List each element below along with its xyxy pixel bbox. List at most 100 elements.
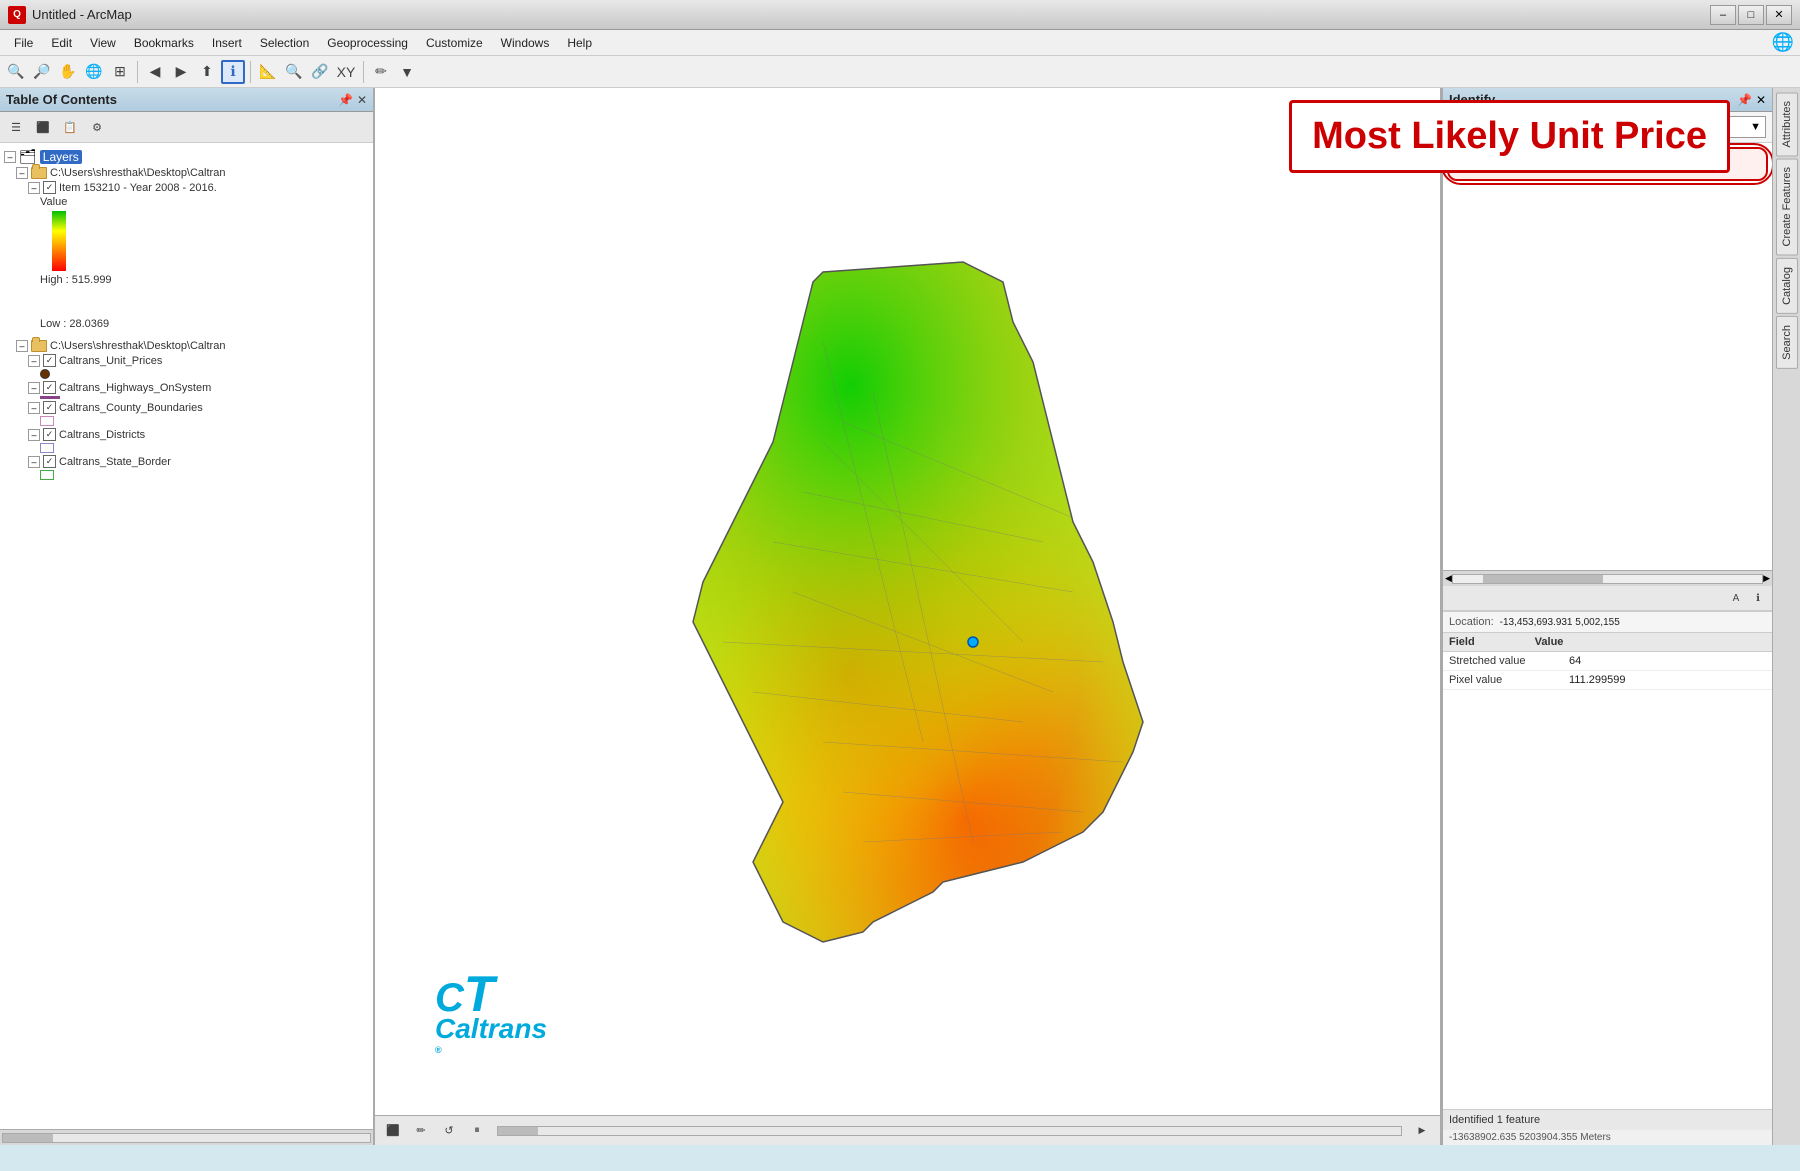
measure-icon[interactable]: 📐 xyxy=(256,60,280,84)
map-refresh-icon[interactable]: ↺ xyxy=(437,1119,461,1143)
map-scroll-right-arrow[interactable]: ▶ xyxy=(1410,1119,1434,1143)
identify-hscroll[interactable]: ◀ ▶ xyxy=(1443,570,1772,586)
maximize-button[interactable]: □ xyxy=(1738,5,1764,25)
toc-hscroll-track xyxy=(2,1133,371,1143)
county-expand-btn[interactable]: – xyxy=(28,402,40,414)
toolbar-separator-3 xyxy=(363,61,364,83)
legend-low-label: Low : 28.0369 xyxy=(40,318,109,330)
sidebar-tab-catalog[interactable]: Catalog xyxy=(1776,258,1798,314)
highways-row[interactable]: – Caltrans_Highways_OnSystem xyxy=(0,380,373,395)
hscroll-right-arrow[interactable]: ▶ xyxy=(1763,573,1770,584)
menu-selection[interactable]: Selection xyxy=(252,34,317,52)
county-row[interactable]: – Caltrans_County_Boundaries xyxy=(0,400,373,415)
county-checkbox[interactable] xyxy=(43,401,56,414)
map-area[interactable]: ▲ ▼ xyxy=(375,88,1442,1145)
map-pause-icon[interactable]: ⏸ xyxy=(465,1119,489,1143)
forward-icon[interactable]: ▶ xyxy=(169,60,193,84)
identify-info-icon[interactable]: ℹ xyxy=(1748,588,1768,608)
zoom-in-icon[interactable]: 🔍 xyxy=(4,60,28,84)
hscroll-left-arrow[interactable]: ◀ xyxy=(1445,573,1452,584)
districts-row[interactable]: – Caltrans_Districts xyxy=(0,427,373,442)
toc-folder-1[interactable]: – C:\Users\shresthak\Desktop\Caltran xyxy=(0,166,373,180)
toc-list-icon[interactable]: ☰ xyxy=(4,115,28,139)
map-layers-icon[interactable]: ⬛ xyxy=(381,1119,405,1143)
toc-settings-icon[interactable]: ⚙ xyxy=(85,115,109,139)
xy-coords-icon[interactable]: XY xyxy=(334,60,358,84)
map-edit-icon[interactable]: ✏ xyxy=(409,1119,433,1143)
toc-close-icon[interactable]: ✕ xyxy=(357,93,367,107)
toc-layers-root[interactable]: – 🗂 Layers xyxy=(0,147,373,166)
identify-empty-area xyxy=(1443,690,1772,1109)
legend-gradient-container xyxy=(0,209,373,273)
hyperlink-icon[interactable]: 🔗 xyxy=(308,60,332,84)
raster-layer-row[interactable]: – Item 153210 - Year 2008 - 2016. xyxy=(0,180,373,195)
highways-checkbox[interactable] xyxy=(43,381,56,394)
full-extent-icon[interactable]: ⊞ xyxy=(108,60,132,84)
raster-expand-btn[interactable]: – xyxy=(28,182,40,194)
highways-expand-btn[interactable]: – xyxy=(28,382,40,394)
districts-expand-btn[interactable]: – xyxy=(28,429,40,441)
dropdown-icon[interactable]: ▼ xyxy=(395,60,419,84)
back-icon[interactable]: ◀ xyxy=(143,60,167,84)
window-title: Untitled - ArcMap xyxy=(32,7,132,22)
unit-prices-expand-btn[interactable]: – xyxy=(28,355,40,367)
title-bar: Q Untitled - ArcMap – □ ✕ xyxy=(0,0,1800,30)
sidebar-tab-attributes[interactable]: Attributes xyxy=(1776,92,1798,156)
identify-tree: ⊟ Item 153210 - Year 2008 - 2016. Quant … xyxy=(1443,143,1772,570)
unit-prices-row[interactable]: – Caltrans_Unit_Prices xyxy=(0,353,373,368)
menu-help[interactable]: Help xyxy=(559,34,600,52)
folder2-expand-btn[interactable]: – xyxy=(16,340,28,352)
unit-prices-checkbox[interactable] xyxy=(43,354,56,367)
state-border-checkbox[interactable] xyxy=(43,455,56,468)
identify-close-icon[interactable]: ✕ xyxy=(1756,93,1766,107)
help-icon[interactable]: 🌐 xyxy=(1772,32,1794,53)
state-border-expand-btn[interactable]: – xyxy=(28,456,40,468)
county-legend xyxy=(0,415,373,427)
minimize-button[interactable]: – xyxy=(1710,5,1736,25)
select-icon[interactable]: ⬆ xyxy=(195,60,219,84)
globe-icon[interactable]: 🌐 xyxy=(82,60,106,84)
map-hscroll-track[interactable] xyxy=(497,1126,1402,1136)
identify-status: Identified 1 feature xyxy=(1443,1109,1772,1130)
toc-panel: Table Of Contents 📌 ✕ ☰ ⬛ 📋 ⚙ – 🗂 Layers xyxy=(0,88,375,1145)
menu-edit[interactable]: Edit xyxy=(43,34,80,52)
toc-content: – 🗂 Layers – C:\Users\shresthak\Desktop\… xyxy=(0,143,373,1129)
layers-expand-btn[interactable]: – xyxy=(4,151,16,163)
menu-insert[interactable]: Insert xyxy=(204,34,250,52)
sidebar-tab-search[interactable]: Search xyxy=(1776,316,1798,369)
raster-checkbox[interactable] xyxy=(43,181,56,194)
layers-folder-icon: 🗂 xyxy=(19,148,37,165)
menu-file[interactable]: File xyxy=(6,34,41,52)
menu-view[interactable]: View xyxy=(82,34,124,52)
legend-high-label: High : 515.999 xyxy=(40,274,112,286)
close-button[interactable]: ✕ xyxy=(1766,5,1792,25)
sidebar-tab-create-features[interactable]: Create Features xyxy=(1776,158,1798,255)
identify-icon[interactable]: ℹ xyxy=(221,60,245,84)
menu-windows[interactable]: Windows xyxy=(493,34,558,52)
dropdown-arrow-icon: ▼ xyxy=(1750,121,1761,133)
menu-customize[interactable]: Customize xyxy=(418,34,491,52)
layers-label[interactable]: Layers xyxy=(40,150,82,164)
state-border-row[interactable]: – Caltrans_State_Border xyxy=(0,454,373,469)
menu-geoprocessing[interactable]: Geoprocessing xyxy=(319,34,416,52)
toc-hscroll[interactable] xyxy=(0,1129,373,1145)
zoom-out-icon[interactable]: 🔎 xyxy=(30,60,54,84)
districts-legend xyxy=(0,442,373,454)
toc-layers-icon[interactable]: ⬛ xyxy=(31,115,55,139)
toc-folder-2[interactable]: – C:\Users\shresthak\Desktop\Caltran xyxy=(0,339,373,353)
identify-location: Location: -13,453,693.931 5,002,155 xyxy=(1443,611,1772,633)
pan-icon[interactable]: ✋ xyxy=(56,60,80,84)
menu-bookmarks[interactable]: Bookmarks xyxy=(126,34,202,52)
identify-pin-icon[interactable]: 📌 xyxy=(1737,93,1752,107)
toc-pin-icon[interactable]: 📌 xyxy=(338,93,353,107)
folder1-icon xyxy=(31,167,47,179)
identify-table-icon[interactable]: A xyxy=(1726,588,1746,608)
map-bottom-bar: ⬛ ✏ ↺ ⏸ ▶ xyxy=(375,1115,1440,1145)
edit-icon[interactable]: ✏ xyxy=(369,60,393,84)
toc-source-icon[interactable]: 📋 xyxy=(58,115,82,139)
identify-coords: -13638902.635 5203904.355 Meters xyxy=(1443,1130,1772,1145)
map-container[interactable]: CT Caltrans ® xyxy=(375,88,1440,1115)
find-icon[interactable]: 🔍 xyxy=(282,60,306,84)
districts-checkbox[interactable] xyxy=(43,428,56,441)
folder1-expand-btn[interactable]: – xyxy=(16,167,28,179)
